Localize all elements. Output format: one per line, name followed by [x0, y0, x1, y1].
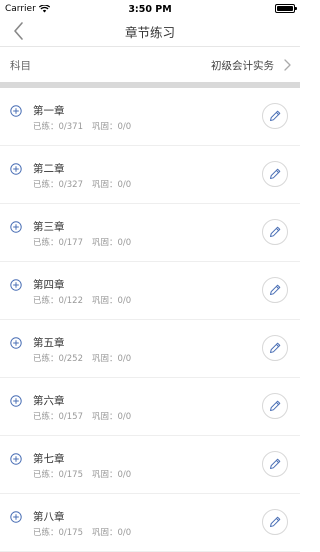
chapter-stats: 已练：0/327 巩固：0/0	[33, 178, 131, 190]
chapter-item-8[interactable]: 第八章 已练：0/175 巩固：0/0	[0, 494, 300, 552]
plus-circle-icon[interactable]	[10, 279, 22, 291]
consolidated-stat: 巩固：0/0	[92, 238, 132, 248]
consolidated-stat: 巩固：0/0	[92, 180, 132, 190]
edit-button[interactable]	[262, 161, 288, 187]
consolidated-stat: 巩固：0/0	[92, 122, 132, 132]
pencil-icon	[270, 458, 281, 469]
plus-circle-icon[interactable]	[10, 453, 22, 465]
practiced-stat: 已练：0/157	[33, 412, 83, 422]
subject-value: 初级会计实务	[211, 60, 274, 72]
chapter-stats: 已练：0/252 巩固：0/0	[33, 352, 131, 364]
pencil-icon	[270, 284, 281, 295]
edit-button[interactable]	[262, 219, 288, 245]
pencil-icon	[270, 168, 281, 179]
chapter-item-1[interactable]: 第一章 已练：0/371 巩固：0/0	[0, 88, 300, 146]
edit-button[interactable]	[262, 451, 288, 477]
plus-circle-icon[interactable]	[10, 511, 22, 523]
chapter-title: 第五章	[33, 337, 65, 349]
chapter-stats: 已练：0/371 巩固：0/0	[33, 120, 131, 132]
consolidated-stat: 巩固：0/0	[92, 354, 132, 364]
chapter-stats: 已练：0/175 巩固：0/0	[33, 526, 131, 538]
practiced-stat: 已练：0/327	[33, 180, 83, 190]
pencil-icon	[270, 110, 281, 121]
practiced-stat: 已练：0/177	[33, 238, 83, 248]
practiced-stat: 已练：0/175	[33, 470, 83, 480]
plus-circle-icon[interactable]	[10, 163, 22, 175]
chapter-title: 第六章	[33, 395, 65, 407]
edit-button[interactable]	[262, 335, 288, 361]
consolidated-stat: 巩固：0/0	[92, 528, 132, 538]
status-right	[275, 4, 297, 13]
plus-circle-icon[interactable]	[10, 221, 22, 233]
chapter-title: 第四章	[33, 279, 65, 291]
chapter-title: 第二章	[33, 163, 65, 175]
chapter-stats: 已练：0/122 巩固：0/0	[33, 294, 131, 306]
chapter-item-3[interactable]: 第三章 已练：0/177 巩固：0/0	[0, 204, 300, 262]
chapter-title: 第七章	[33, 453, 65, 465]
practiced-stat: 已练：0/252	[33, 354, 83, 364]
consolidated-stat: 巩固：0/0	[92, 412, 132, 422]
pencil-icon	[270, 342, 281, 353]
chapter-stats: 已练：0/175 巩固：0/0	[33, 468, 131, 480]
plus-circle-icon[interactable]	[10, 337, 22, 349]
status-bar: Carrier 3:50 PM	[0, 0, 300, 20]
consolidated-stat: 巩固：0/0	[92, 296, 132, 306]
practiced-stat: 已练：0/175	[33, 528, 83, 538]
edit-button[interactable]	[262, 103, 288, 129]
practiced-stat: 已练：0/371	[33, 122, 83, 132]
plus-circle-icon[interactable]	[10, 105, 22, 117]
subject-selector[interactable]: 科目 初级会计实务	[0, 46, 300, 82]
chapter-item-5[interactable]: 第五章 已练：0/252 巩固：0/0	[0, 320, 300, 378]
chapter-title: 第一章	[33, 105, 65, 117]
battery-icon	[275, 4, 297, 13]
chapter-stats: 已练：0/177 巩固：0/0	[33, 236, 131, 248]
chapter-title: 第八章	[33, 511, 65, 523]
chapter-item-7[interactable]: 第七章 已练：0/175 巩固：0/0	[0, 436, 300, 494]
chapter-title: 第三章	[33, 221, 65, 233]
subject-label: 科目	[10, 60, 31, 72]
chapter-item-2[interactable]: 第二章 已练：0/327 巩固：0/0	[0, 146, 300, 204]
pencil-icon	[270, 516, 281, 527]
edit-button[interactable]	[262, 509, 288, 535]
chapter-list: 第一章 已练：0/371 巩固：0/0 第二章 已练：0/327 巩固：0/0	[0, 88, 300, 552]
pencil-icon	[270, 226, 281, 237]
practiced-stat: 已练：0/122	[33, 296, 83, 306]
chevron-right-icon	[284, 59, 291, 71]
chapter-item-4[interactable]: 第四章 已练：0/122 巩固：0/0	[0, 262, 300, 320]
consolidated-stat: 巩固：0/0	[92, 470, 132, 480]
pencil-icon	[270, 400, 281, 411]
chapter-stats: 已练：0/157 巩固：0/0	[33, 410, 131, 422]
page-title: 章节练习	[124, 25, 175, 40]
edit-button[interactable]	[262, 393, 288, 419]
nav-bar: 章节练习	[0, 20, 300, 44]
edit-button[interactable]	[262, 277, 288, 303]
chapter-item-6[interactable]: 第六章 已练：0/157 巩固：0/0	[0, 378, 300, 436]
status-time: 3:50 PM	[128, 4, 172, 15]
plus-circle-icon[interactable]	[10, 395, 22, 407]
